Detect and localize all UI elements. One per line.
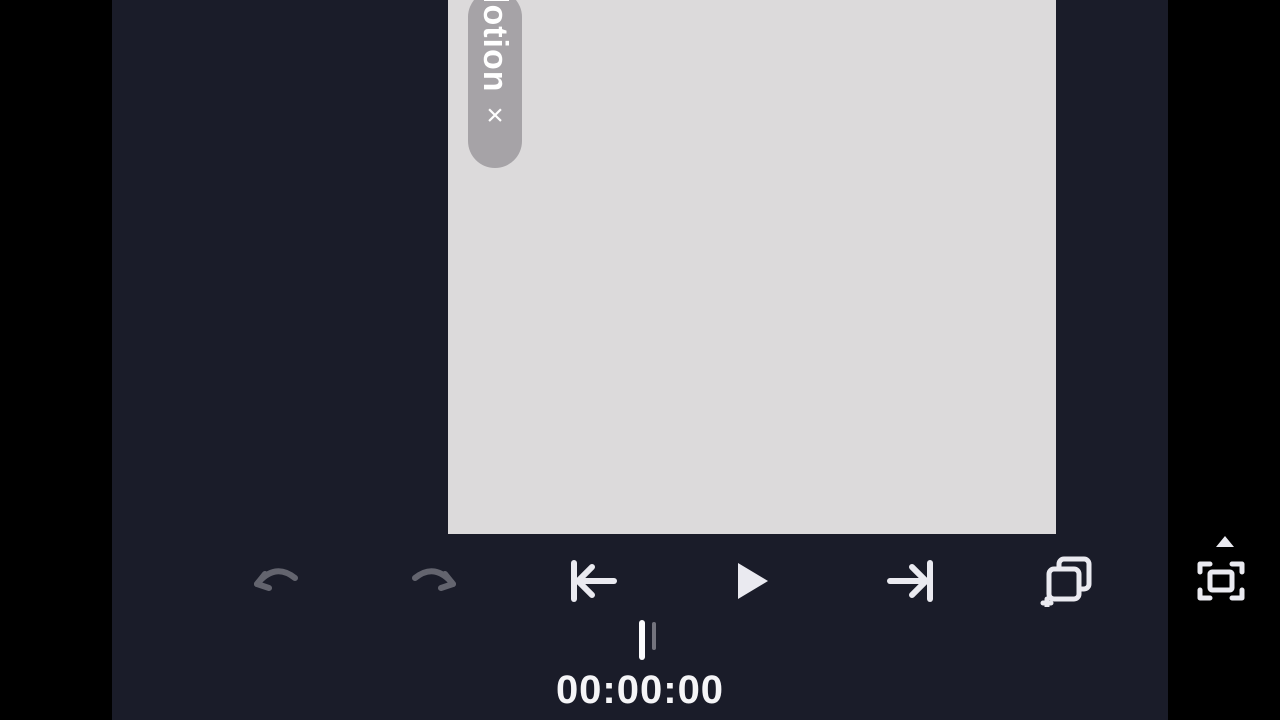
fullscreen-button[interactable] [1186, 556, 1256, 606]
previous-frame-button[interactable] [558, 556, 628, 606]
playhead-marker[interactable] [639, 620, 645, 660]
skip-forward-icon [884, 559, 938, 603]
redo-icon [405, 560, 465, 602]
effect-pill-label: lotion [478, 0, 512, 93]
fullscreen-icon [1196, 560, 1246, 602]
undo-icon [245, 560, 305, 602]
skip-back-icon [566, 559, 620, 603]
playback-controls [112, 534, 1168, 626]
add-layer-icon [1039, 555, 1095, 607]
editor-stage: lotion × [112, 0, 1168, 720]
timeline[interactable]: 00:00:00 [112, 620, 1168, 720]
add-layer-button[interactable] [1032, 556, 1102, 606]
playhead-sub-marker [652, 622, 656, 650]
caret-up-icon[interactable] [1216, 536, 1234, 547]
close-icon[interactable]: × [486, 101, 504, 131]
next-frame-button[interactable] [876, 556, 946, 606]
undo-button[interactable] [240, 556, 310, 606]
play-icon [732, 559, 772, 603]
timecode-display: 00:00:00 [112, 668, 1168, 713]
play-button[interactable] [717, 556, 787, 606]
preview-canvas[interactable] [448, 0, 1056, 534]
effect-pill[interactable]: lotion × [468, 0, 522, 168]
redo-button[interactable] [400, 556, 470, 606]
